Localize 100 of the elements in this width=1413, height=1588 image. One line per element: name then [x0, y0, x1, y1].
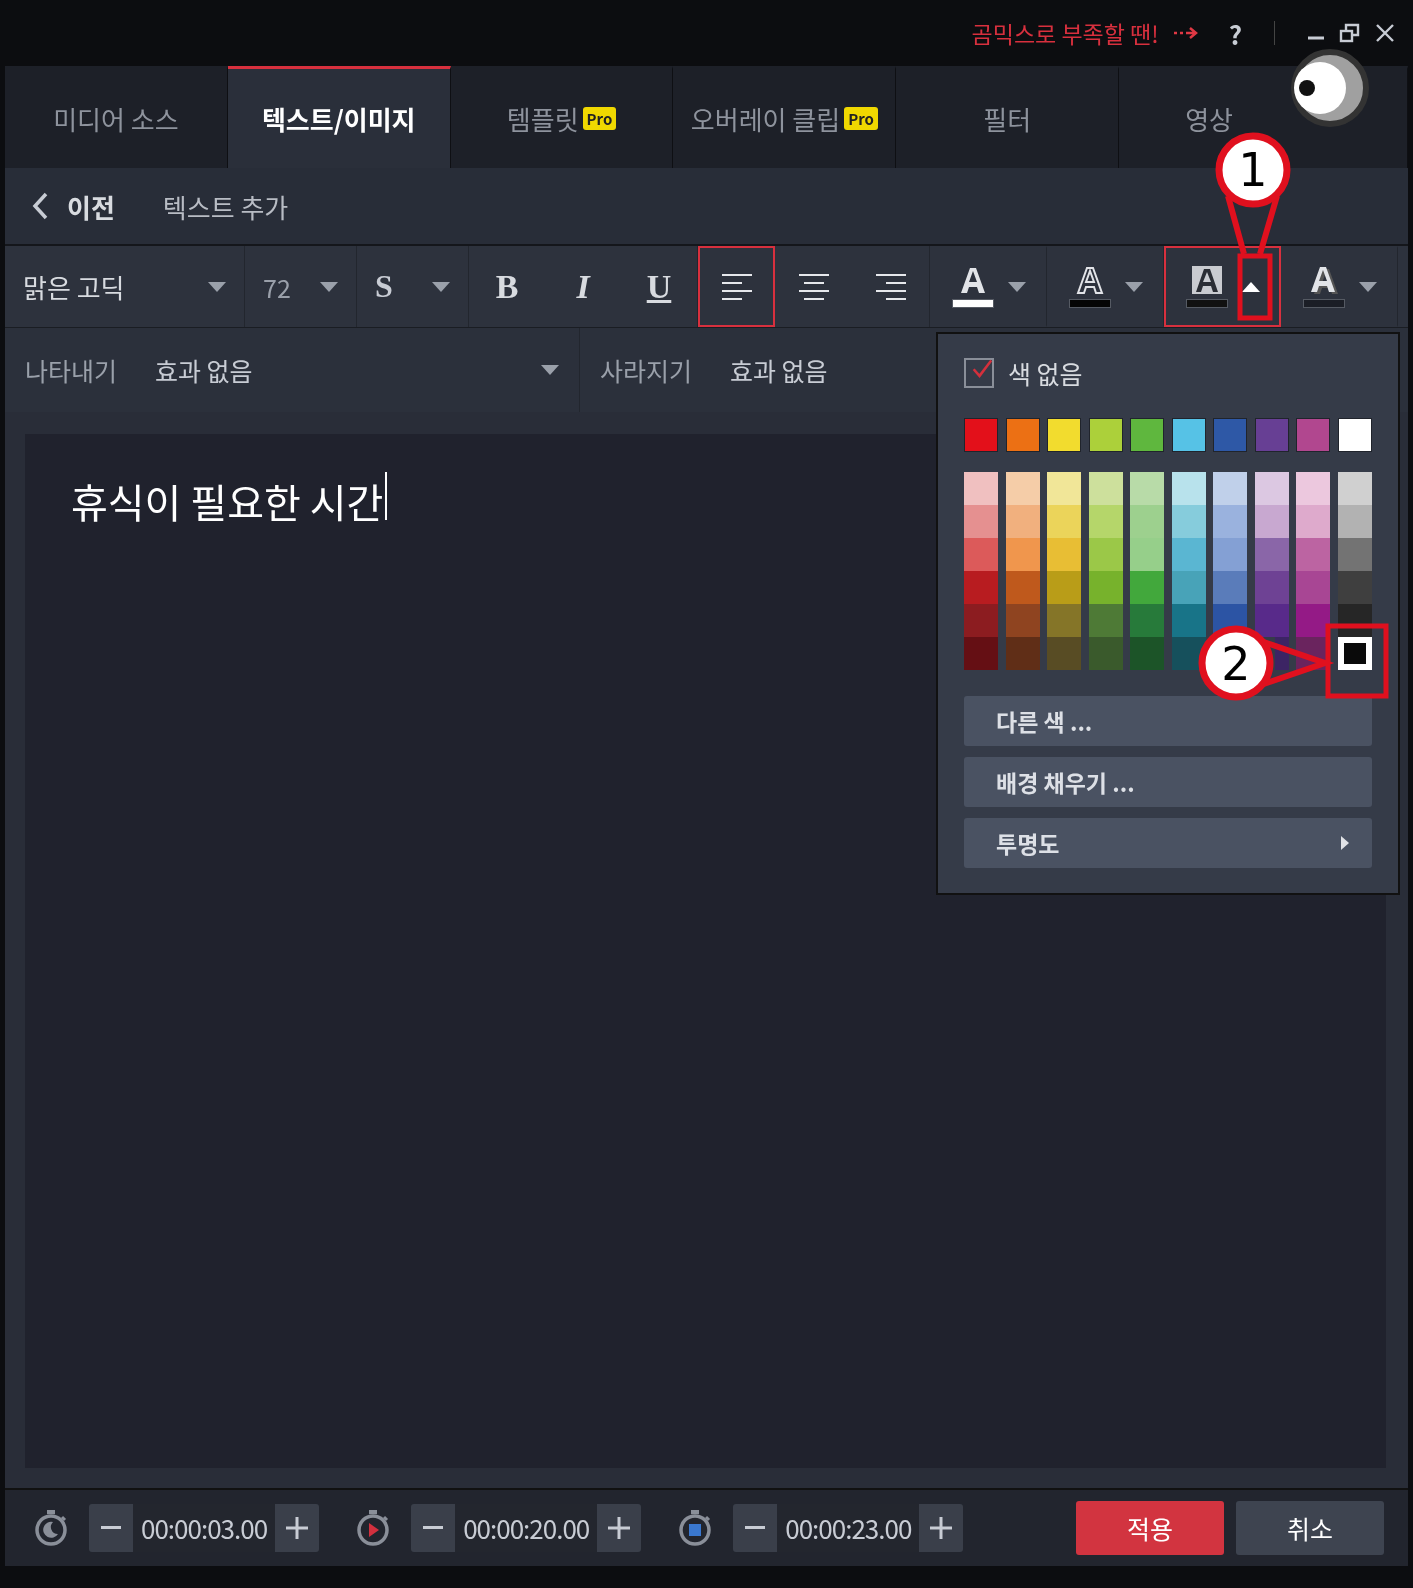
color-swatch[interactable]	[1296, 472, 1330, 505]
time-field[interactable]: 00:00:23.00	[777, 1504, 920, 1552]
checkbox[interactable]	[964, 358, 994, 388]
color-swatch[interactable]	[1213, 505, 1247, 538]
align-center-icon	[798, 272, 829, 301]
minus-icon	[745, 1526, 766, 1530]
color-swatch[interactable]	[1254, 505, 1289, 538]
restore-icon[interactable]	[1339, 23, 1361, 43]
color-swatch[interactable]	[1296, 538, 1330, 571]
color-swatch[interactable]	[1337, 505, 1372, 538]
text-cursor	[385, 472, 388, 520]
color-swatch[interactable]	[1005, 604, 1040, 637]
color-swatch[interactable]	[964, 505, 998, 538]
highlight-icon	[1190, 265, 1223, 295]
italic-button[interactable]: I	[545, 246, 621, 327]
color-swatch[interactable]	[1005, 538, 1040, 571]
cancel-button[interactable]: 취소	[1236, 1501, 1384, 1555]
color-swatch[interactable]	[1047, 637, 1081, 670]
style-button[interactable]: S	[375, 268, 393, 305]
menu-item[interactable]: 배경 채우기 ...	[964, 757, 1372, 807]
color-swatch[interactable]	[1171, 571, 1206, 604]
effect-dropdown[interactable]: 효과 없음	[155, 352, 503, 388]
align-left-icon	[721, 272, 752, 301]
back-button[interactable]: 이전	[31, 187, 115, 225]
color-swatch[interactable]	[1254, 472, 1289, 505]
dropdown-caret-icon[interactable]	[541, 365, 559, 375]
tab-label: 텍스트/이미지	[261, 100, 416, 137]
color-swatch[interactable]	[1171, 418, 1206, 452]
bold-button[interactable]: B	[469, 246, 545, 327]
color-swatch[interactable]	[1254, 604, 1289, 637]
color-swatch[interactable]	[1296, 604, 1330, 637]
color-swatch[interactable]	[1130, 604, 1164, 637]
color-swatch[interactable]	[1088, 604, 1123, 637]
color-swatch[interactable]	[1005, 472, 1040, 505]
color-swatch[interactable]	[1047, 538, 1081, 571]
color-swatch[interactable]	[1337, 472, 1372, 505]
submenu-arrow-icon	[1340, 835, 1350, 851]
color-swatch[interactable]	[1088, 571, 1123, 604]
color-swatch[interactable]	[1337, 571, 1372, 604]
color-swatch[interactable]	[1130, 505, 1164, 538]
color-swatch[interactable]	[1337, 418, 1372, 452]
color-swatch[interactable]	[1296, 418, 1330, 452]
color-swatch[interactable]	[1088, 538, 1123, 571]
color-swatch[interactable]	[1171, 604, 1206, 637]
color-swatch[interactable]	[1213, 571, 1247, 604]
color-swatch[interactable]	[1005, 418, 1040, 452]
apply-button[interactable]: 적용	[1076, 1501, 1224, 1555]
time-field[interactable]: 00:00:20.00	[455, 1504, 598, 1552]
color-swatch[interactable]	[1130, 571, 1164, 604]
stopwatch-icon	[33, 1509, 69, 1547]
color-swatch[interactable]	[1171, 472, 1206, 505]
color-swatch[interactable]	[1254, 538, 1289, 571]
color-swatch[interactable]	[1005, 571, 1040, 604]
font-dropdown[interactable]: 맑은 고딕	[23, 268, 125, 305]
color-swatch[interactable]	[964, 418, 998, 452]
color-swatch[interactable]	[1005, 505, 1040, 538]
color-swatch[interactable]	[1171, 505, 1206, 538]
menu-item[interactable]: 다른 색 ...	[964, 696, 1372, 746]
color-swatch[interactable]	[1130, 472, 1164, 505]
tab[interactable]: 텍스트/이미지	[227, 66, 451, 168]
color-swatch[interactable]	[1171, 538, 1206, 571]
color-swatch[interactable]	[1047, 418, 1081, 452]
color-swatch[interactable]	[1213, 472, 1247, 505]
color-swatch[interactable]	[1254, 571, 1289, 604]
promo-link[interactable]: 곰믹스로 부족할 땐!	[971, 16, 1159, 50]
color-swatch[interactable]	[1005, 637, 1040, 670]
color-swatch[interactable]	[1088, 472, 1123, 505]
color-swatch[interactable]	[1130, 637, 1164, 670]
color-swatch[interactable]	[1213, 538, 1247, 571]
color-swatch[interactable]	[1088, 505, 1123, 538]
color-swatch[interactable]	[1088, 637, 1123, 670]
color-swatch[interactable]	[1254, 418, 1289, 452]
menu-item[interactable]: 투명도	[964, 818, 1372, 868]
checkbox-label: 색 없음	[1008, 355, 1083, 391]
color-swatch[interactable]	[1088, 418, 1123, 452]
color-swatch[interactable]	[1130, 418, 1164, 452]
color-swatch[interactable]	[1047, 571, 1081, 604]
close-icon[interactable]	[1375, 23, 1395, 43]
shadow-icon	[1308, 265, 1340, 295]
effect-dropdown[interactable]: 효과 없음	[730, 352, 828, 388]
pro-badge: Pro	[844, 107, 878, 130]
color-swatch[interactable]	[964, 571, 998, 604]
color-swatch[interactable]	[1047, 604, 1081, 637]
align-left-button[interactable]	[698, 246, 775, 327]
size-dropdown[interactable]: 72	[263, 268, 291, 305]
color-swatch[interactable]	[1130, 538, 1164, 571]
color-swatch[interactable]	[1337, 538, 1372, 571]
time-field[interactable]: 00:00:03.00	[133, 1504, 276, 1552]
help-button[interactable]: ?	[1228, 14, 1242, 52]
color-swatch[interactable]	[964, 472, 998, 505]
color-swatch[interactable]	[1213, 418, 1247, 452]
color-swatch[interactable]	[964, 637, 998, 670]
underline-button[interactable]: U	[621, 246, 697, 327]
color-swatch[interactable]	[964, 538, 998, 571]
color-swatch[interactable]	[1047, 472, 1081, 505]
color-swatch[interactable]	[1296, 505, 1330, 538]
color-swatch[interactable]	[1296, 571, 1330, 604]
color-swatch[interactable]	[1047, 505, 1081, 538]
color-swatch[interactable]	[964, 604, 998, 637]
font-color-icon	[958, 265, 988, 295]
